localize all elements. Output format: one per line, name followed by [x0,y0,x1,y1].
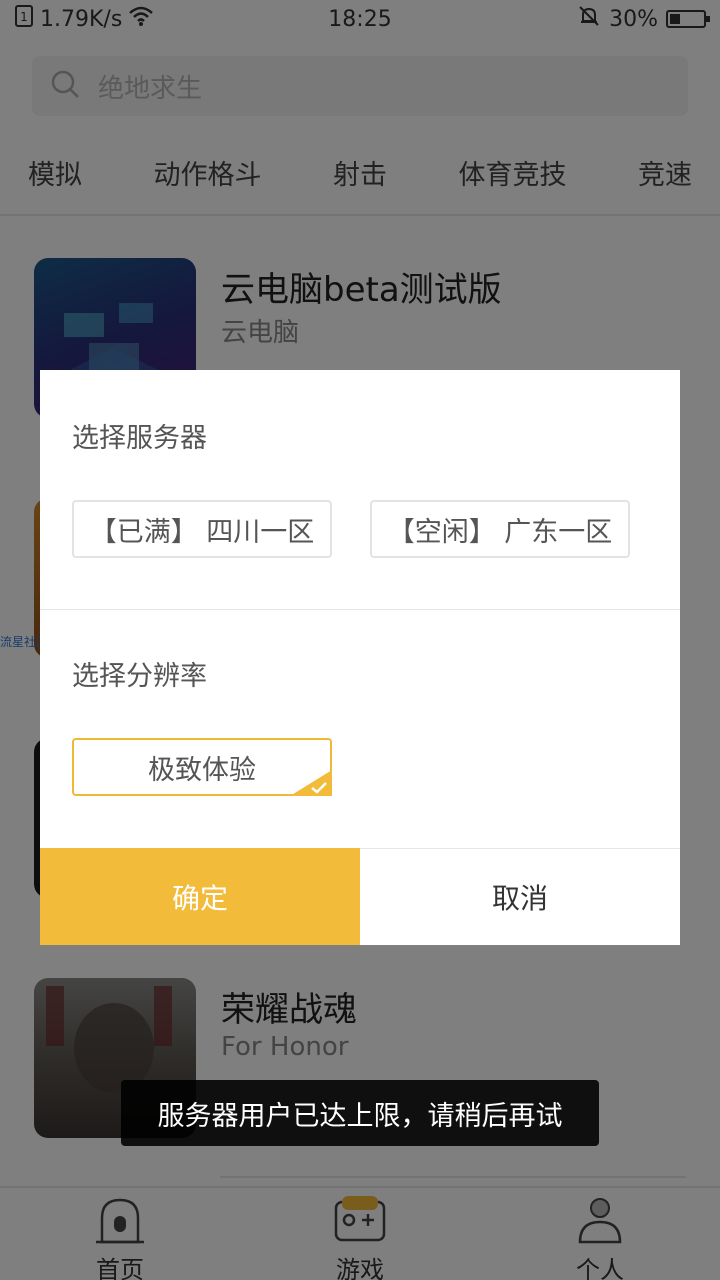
resolution-section-title: 选择分辨率 [72,661,207,692]
server-option-sichuan[interactable]: 【已满】 四川一区 [72,500,332,558]
dialog-divider [40,609,680,610]
server-select-dialog: 选择服务器 【已满】 四川一区 【空闲】 广东一区 选择分辨率 极致体验 确定 … [40,370,680,945]
toast-message: 服务器用户已达上限，请稍后再试 [121,1080,599,1146]
confirm-button[interactable]: 确定 [40,848,360,945]
server-option-guangdong[interactable]: 【空闲】 广东一区 [370,500,630,558]
cancel-button[interactable]: 取消 [360,848,680,945]
checkmark-icon [290,770,332,796]
resolution-option-label: 极致体验 [148,754,256,786]
resolution-option[interactable]: 极致体验 [72,738,332,796]
server-section-title: 选择服务器 [72,423,207,454]
